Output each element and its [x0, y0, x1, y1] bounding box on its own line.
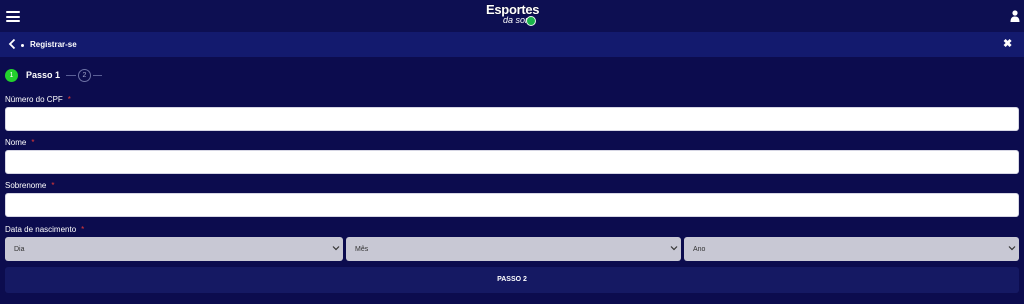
- required-mark: *: [51, 181, 55, 190]
- registration-header: Registrar-se ✖: [0, 32, 1024, 57]
- step-2-indicator: 2: [78, 69, 91, 82]
- birthdate-label: Data de nascimento *: [5, 225, 84, 235]
- year-select-value: Ano: [693, 246, 706, 253]
- required-mark: *: [67, 95, 71, 104]
- page-title: Registrar-se: [30, 40, 77, 49]
- nome-input[interactable]: [5, 150, 1019, 174]
- site-logo[interactable]: Esportes da sorte: [486, 3, 540, 29]
- bullet-dot: [21, 44, 24, 47]
- step-1-indicator: 1: [5, 69, 18, 82]
- chevron-left-icon[interactable]: [7, 38, 17, 50]
- cpf-label-text: Número do CPF: [5, 95, 63, 104]
- user-icon[interactable]: [1010, 10, 1020, 22]
- close-icon[interactable]: ✖: [1003, 38, 1012, 50]
- sobrenome-label-text: Sobrenome: [5, 181, 47, 190]
- cpf-input[interactable]: [5, 107, 1019, 131]
- next-step-button-label: PASSO 2: [497, 276, 527, 283]
- nome-label: Nome *: [5, 138, 34, 148]
- month-select[interactable]: Mês: [346, 237, 681, 261]
- chevron-down-icon: [1008, 246, 1016, 251]
- sobrenome-label: Sobrenome *: [5, 181, 54, 191]
- required-mark: *: [31, 138, 35, 147]
- birthdate-label-text: Data de nascimento: [5, 225, 77, 234]
- day-select[interactable]: Dia: [5, 237, 343, 261]
- day-select-value: Dia: [14, 246, 25, 253]
- hamburger-icon[interactable]: [6, 11, 20, 22]
- step-1-label: Passo 1: [26, 70, 61, 80]
- cpf-label: Número do CPF *: [5, 95, 71, 105]
- nome-label-text: Nome: [5, 138, 27, 147]
- sobrenome-input[interactable]: [5, 193, 1019, 217]
- month-select-value: Mês: [355, 246, 369, 253]
- next-step-button[interactable]: PASSO 2: [5, 267, 1019, 293]
- chevron-down-icon: [670, 246, 678, 251]
- step-connector: [93, 75, 102, 76]
- logo-ball-icon: [526, 16, 536, 26]
- step-connector: [66, 75, 76, 76]
- required-mark: *: [81, 225, 85, 234]
- year-select[interactable]: Ano: [684, 237, 1019, 261]
- chevron-down-icon: [332, 246, 340, 251]
- top-bar: Esportes da sorte: [0, 0, 1024, 32]
